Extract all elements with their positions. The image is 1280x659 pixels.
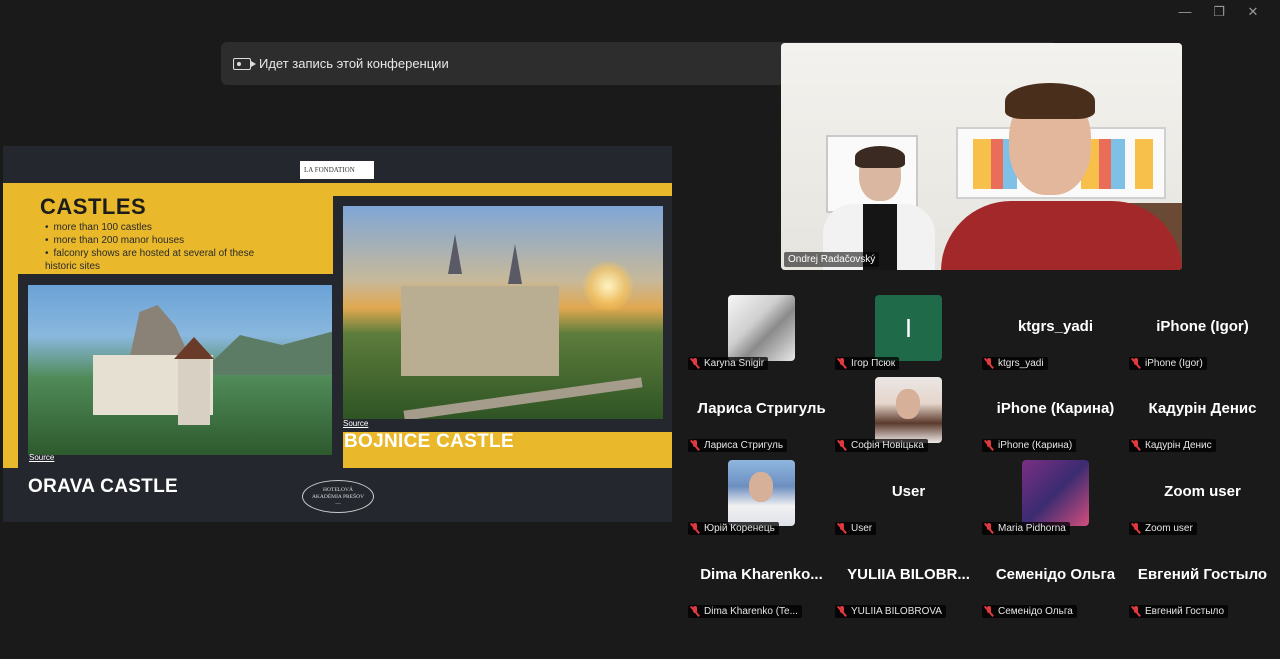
orava-source-link[interactable]: Source <box>29 453 54 462</box>
participant-display-name: iPhone (Igor) <box>1156 318 1249 335</box>
bojnice-castle-image <box>343 206 663 419</box>
participant-display-name: Zoom user <box>1164 483 1241 500</box>
video-camera-icon <box>233 57 256 70</box>
fondation-logo: LA FONDATION <box>300 161 374 179</box>
bojnice-caption: BOJNICE CASTLE <box>344 431 514 452</box>
participant-display-name: Dima Kharenko... <box>700 566 823 583</box>
participant-tile[interactable]: Юрій Коренець <box>688 459 835 539</box>
participant-tile[interactable]: Софія Новіцька <box>835 376 982 456</box>
avatar: I <box>875 295 942 361</box>
participant-tile[interactable]: Karyna Snigir <box>688 294 835 374</box>
window-controls: — ❐ ✕ <box>1168 4 1270 20</box>
mic-muted-icon <box>690 358 700 369</box>
participant-label: Софія Новіцька <box>835 439 928 452</box>
mic-muted-icon <box>984 523 994 534</box>
participant-label: User <box>835 522 877 535</box>
orava-castle-image <box>28 285 332 455</box>
participant-tile[interactable]: ktgrs_yadi ktgrs_yadi <box>982 294 1129 374</box>
meeting-window: { "window": {"minimize": "—", "restore":… <box>0 0 1280 659</box>
mic-muted-icon <box>1131 523 1141 534</box>
participant-tile[interactable]: YULIIA BILOBR... YULIIA BILOBROVA <box>835 542 982 622</box>
participant-tile[interactable]: Евгений Гостыло Евгений Гостыло <box>1129 542 1276 622</box>
active-speaker-video[interactable]: Ondrej Radačovský <box>781 43 1182 270</box>
participant-tile[interactable]: Maria Pidhorna <box>982 459 1129 539</box>
avatar <box>1022 460 1089 526</box>
avatar <box>728 295 795 361</box>
slide-bullet-list: more than 100 castles more than 200 mano… <box>45 221 263 273</box>
restore-icon[interactable]: ❐ <box>1202 4 1236 20</box>
mic-muted-icon <box>984 358 994 369</box>
participant-label: iPhone (Карина) <box>982 439 1077 452</box>
mic-muted-icon <box>1131 606 1141 617</box>
mic-muted-icon <box>837 358 847 369</box>
mic-muted-icon <box>1131 440 1141 451</box>
mic-muted-icon <box>837 606 847 617</box>
bojnice-source-link[interactable]: Source <box>343 419 368 428</box>
participant-label: Юрій Коренець <box>688 522 779 535</box>
participant-label: iPhone (Igor) <box>1129 357 1207 370</box>
participant-display-name: ktgrs_yadi <box>1017 318 1094 335</box>
participant-label: Karyna Snigir <box>688 357 769 370</box>
mic-muted-icon <box>690 440 700 451</box>
participant-display-name: User <box>891 483 926 500</box>
participant-display-name: iPhone (Карина) <box>996 400 1115 417</box>
participant-display-name: Лариса Стригуль <box>697 400 826 417</box>
participant-label: Семенідо Ольга <box>982 605 1077 618</box>
speaker-name-tag: Ondrej Radačovský <box>784 252 880 267</box>
orava-caption: ORAVA CASTLE <box>28 476 178 497</box>
mic-muted-icon <box>837 440 847 451</box>
participant-label: Maria Pidhorna <box>982 522 1070 535</box>
participant-tile[interactable]: Лариса Стригуль Лариса Стригуль <box>688 376 835 456</box>
mic-muted-icon <box>690 606 700 617</box>
participant-tile[interactable]: iPhone (Igor) iPhone (Igor) <box>1129 294 1276 374</box>
participant-label: Dima Kharenko (Te... <box>688 605 802 618</box>
close-icon[interactable]: ✕ <box>1236 4 1270 20</box>
participant-label: YULIIA BILOBROVA <box>835 605 946 618</box>
participant-display-name: Семенідо Ольга <box>995 566 1116 583</box>
minimize-icon[interactable]: — <box>1168 4 1202 20</box>
mic-muted-icon <box>690 523 700 534</box>
participant-label: Zoom user <box>1129 522 1197 535</box>
participant-display-name: YULIIA BILOBR... <box>847 566 970 583</box>
bullet-item: falconry shows are hosted at several of … <box>45 247 263 273</box>
participant-tile[interactable]: Zoom user Zoom user <box>1129 459 1276 539</box>
mic-muted-icon <box>1131 358 1141 369</box>
participant-label: Ігор Псюк <box>835 357 900 370</box>
participant-label: Кадурін Денис <box>1129 439 1216 452</box>
participant-display-name: Евгений Гостыло <box>1137 566 1268 583</box>
participant-label: ktgrs_yadi <box>982 357 1048 370</box>
participant-tile[interactable]: User User <box>835 459 982 539</box>
academy-seal-logo: HOTELOVÁ AKADÉMIA PREŠOV — <box>302 480 374 513</box>
participant-tile[interactable]: Кадурін Денис Кадурін Денис <box>1129 376 1276 456</box>
participant-tile[interactable]: Dima Kharenko... Dima Kharenko (Te... <box>688 542 835 622</box>
shared-screen-slide: LA FONDATION CASTLES more than 100 castl… <box>3 146 672 522</box>
mic-muted-icon <box>837 523 847 534</box>
bullet-item: more than 100 castles <box>45 221 263 234</box>
participant-display-name: Кадурін Денис <box>1148 400 1257 417</box>
participant-tile[interactable]: Семенідо Ольга Семенідо Ольга <box>982 542 1129 622</box>
participant-tile[interactable]: iPhone (Карина) iPhone (Карина) <box>982 376 1129 456</box>
bullet-item: more than 200 manor houses <box>45 234 263 247</box>
avatar <box>728 460 795 526</box>
participant-tile[interactable]: I Ігор Псюк <box>835 294 982 374</box>
participant-label: Евгений Гостыло <box>1129 605 1229 618</box>
mic-muted-icon <box>984 440 994 451</box>
avatar <box>875 377 942 443</box>
participant-label: Лариса Стригуль <box>688 439 788 452</box>
slide-title: CASTLES <box>40 194 147 219</box>
mic-muted-icon <box>984 606 994 617</box>
